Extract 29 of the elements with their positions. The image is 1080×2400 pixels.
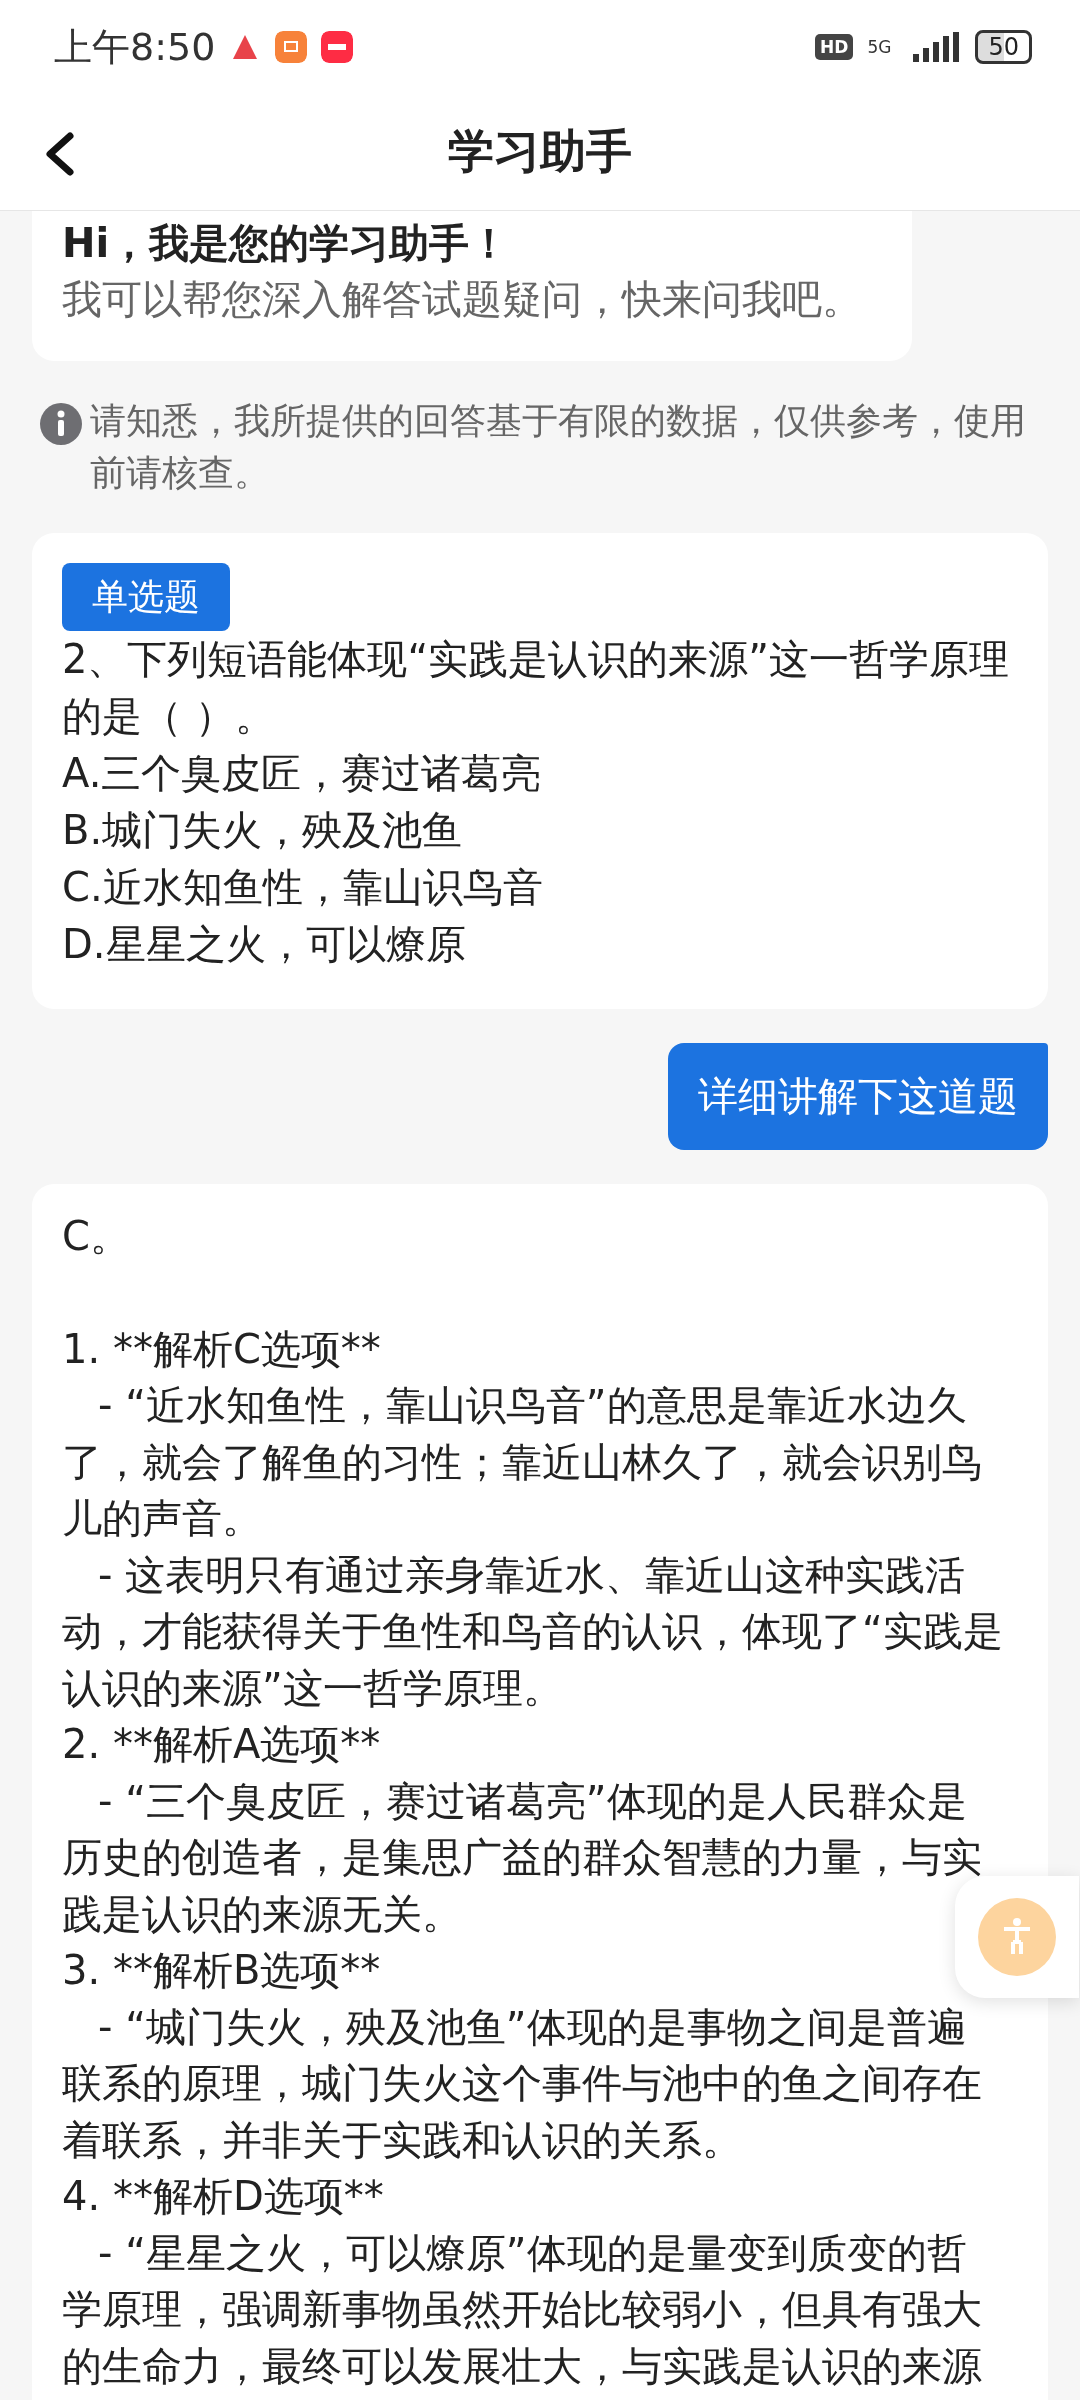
app-icon [275,31,308,63]
answer-option: B.城门失火，殃及池鱼 [62,802,1018,859]
network-label: 5G [867,37,892,57]
explanation-text: - “三个臭皮匠，赛过诸葛亮”体现的是人民群众是历史的创造者，是集思广益的群众智慧的力量，与实践是认识的来源无关。 [62,1776,983,1939]
app-icon [321,31,354,63]
explanation-text: - 这表明只有通过亲身靠近水、靠近山这种实践活动，才能获得关于鱼性和鸟音的认识，体现了“实践是认识的来源”这一哲学原理。 [62,1550,1004,1713]
section-heading: 2. **解析A选项** [62,1720,382,1769]
status-time: 上午8:50 [54,23,216,71]
greeting-title: Hi，我是您的学习助手！ [62,219,511,268]
disclaimer-text: 请知悉，我所提供的回答基于有限的数据，仅供参考，使用前请核查。 [90,399,1027,495]
answer-option: A.三个臭皮匠，赛过诸葛亮 [62,745,1018,802]
explanation-text: - “近水知鱼性，靠山识鸟音”的意思是靠近水边久了，就会了解鱼的习性；靠近山林久了，就会识别鸟儿的声音。 [62,1381,983,1543]
question-type-tag: 单选题 [62,563,230,631]
accessibility-icon [978,1898,1056,1976]
explanation-text: - “城门失火，殃及池鱼”体现的是事物之间是普遍联系的原理，城门失火这个事件与池中的鱼之间存在着联系，并非关于实践和认识的关系。 [62,2002,983,2165]
section-heading: 4. **解析D选项** [62,2172,385,2221]
section-heading: 1. **解析C选项** [62,1324,382,1374]
answer-option: D.星星之火，可以燎原 [62,916,1018,973]
info-icon [40,403,82,445]
question-text: 2、下列短语能体现“实践是认识的来源”这一哲学原理的是（ ）。 [62,635,1010,741]
battery-level: 50 [975,30,1032,64]
explanation-text: - “星星之火，可以燎原”体现的是量变到质变的哲学原理，强调新事物虽然开始比较弱小，但具有强大的生命力，最终可以发展壮大，与实践是认识的来源 [62,2228,983,2391]
section-heading: 3. **解析B选项** [62,1946,382,1995]
user-message-bubble: 详细讲解下这道题 [668,1043,1048,1150]
answer-text: C。 [62,1212,131,1261]
hd-badge: HD [815,34,854,60]
page-title: 学习助手 [448,123,632,180]
greeting-subtitle: 我可以帮您深入解答试题疑问，快来问我吧。 [62,275,863,324]
answer-option: C.近水知鱼性，靠山识鸟音 [62,859,1018,916]
